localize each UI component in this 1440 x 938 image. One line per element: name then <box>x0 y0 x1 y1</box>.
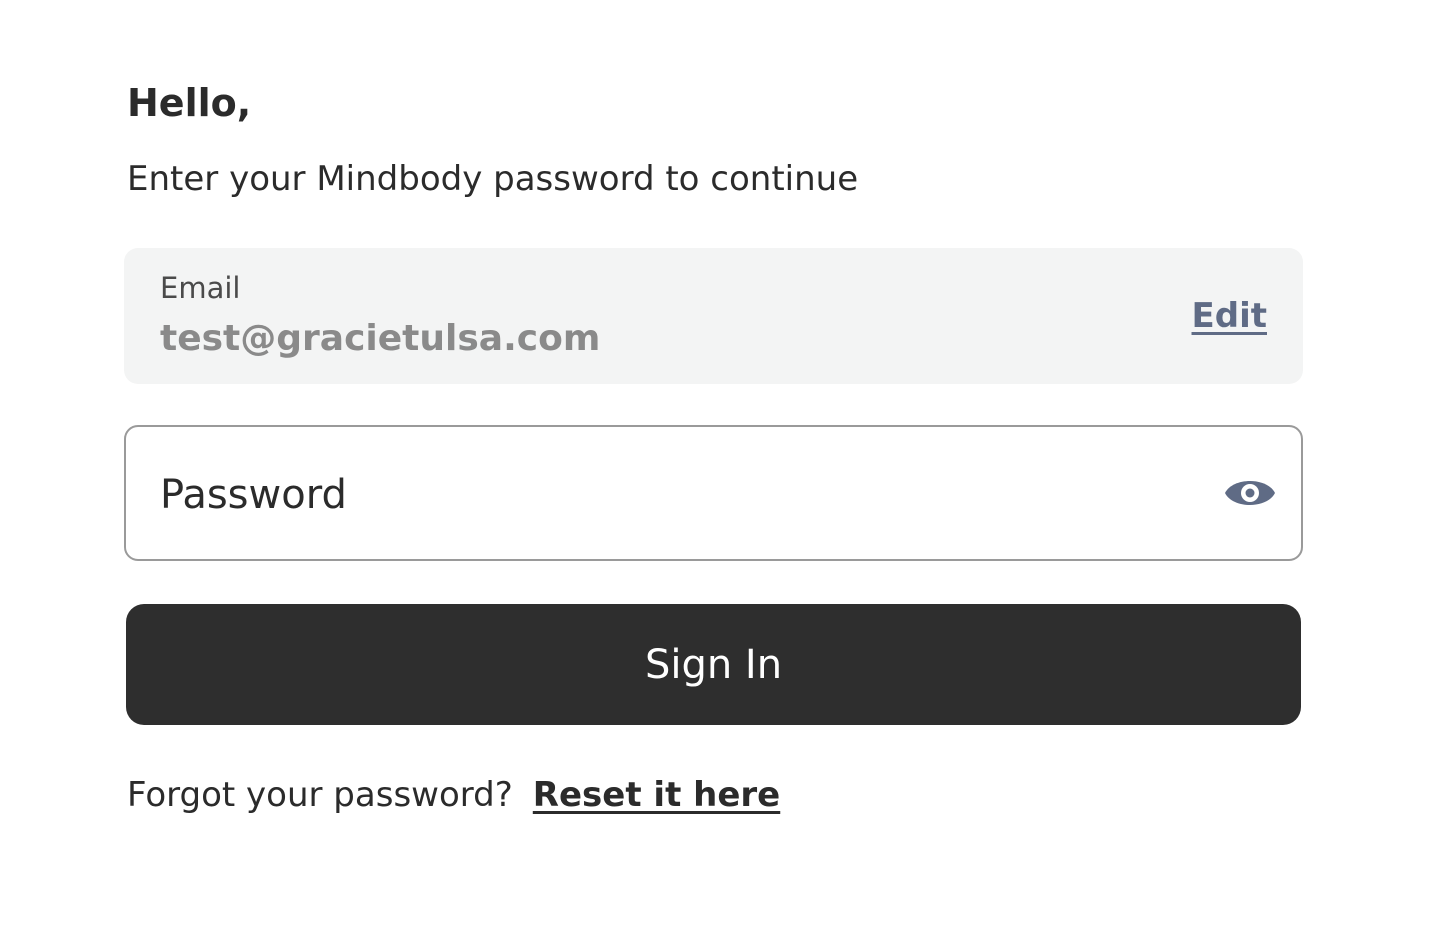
forgot-password-prompt: Forgot your password? <box>127 775 513 815</box>
sign-in-button[interactable]: Sign In <box>126 604 1301 725</box>
edit-email-link[interactable]: Edit <box>1192 294 1267 338</box>
email-value: test@gracietulsa.com <box>160 318 601 359</box>
sign-in-page: Hello, Enter your Mindbody password to c… <box>0 0 1440 938</box>
email-field-box: Email test@gracietulsa.com Edit <box>124 248 1303 384</box>
email-label: Email <box>160 271 241 305</box>
eye-icon[interactable] <box>1223 471 1277 515</box>
subtitle-text: Enter your Mindbody password to continue <box>127 159 859 199</box>
greeting-heading: Hello, <box>127 81 252 125</box>
password-field-box <box>124 425 1303 561</box>
password-input[interactable] <box>160 465 1180 525</box>
forgot-password-row: Forgot your password? Reset it here <box>127 772 780 818</box>
reset-password-link[interactable]: Reset it here <box>533 775 780 815</box>
